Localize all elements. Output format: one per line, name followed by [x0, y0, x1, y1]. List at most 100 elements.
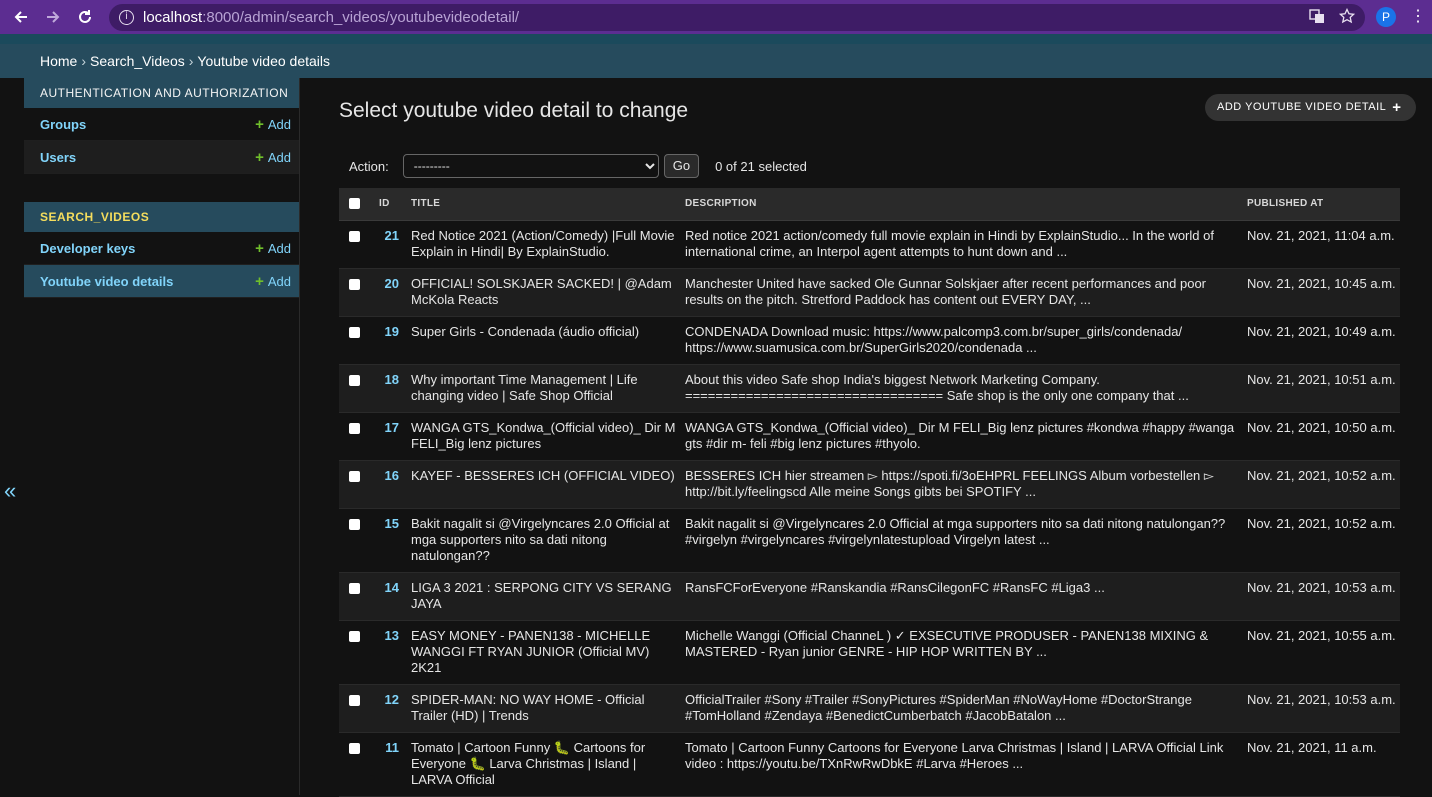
column-header-published-at[interactable]: PUBLISHED AT [1243, 188, 1400, 221]
collapse-sidebar-icon[interactable]: « [4, 478, 16, 504]
main-content: Select youtube video detail to change AD… [300, 78, 1432, 797]
table-row: 12 SPIDER-MAN: NO WAY HOME - Official Tra… [339, 684, 1400, 733]
translate-icon[interactable] [1309, 8, 1325, 29]
sidebar-item-label[interactable]: Users [40, 150, 76, 165]
address-bar[interactable]: i localhost:8000/admin/search_videos/you… [109, 4, 1365, 31]
description-cell: Red notice 2021 action/comedy full movie… [681, 220, 1243, 269]
back-arrow-icon[interactable] [10, 6, 32, 28]
row-id-link[interactable]: 18 [385, 372, 399, 387]
description-cell: WANGA GTS_Kondwa_(Official video)_ Dir M… [681, 412, 1243, 461]
sidebar-item-label[interactable]: Youtube video details [40, 274, 173, 289]
published-cell: Nov. 21, 2021, 11 a.m. [1243, 732, 1400, 797]
row-checkbox[interactable] [349, 422, 360, 434]
forward-arrow-icon[interactable] [42, 6, 64, 28]
bookmark-star-icon[interactable] [1338, 7, 1356, 29]
id-cell: 13 [375, 620, 407, 685]
row-id-link[interactable]: 15 [385, 516, 399, 531]
published-cell: Nov. 21, 2021, 10:45 a.m. [1243, 268, 1400, 317]
row-checkbox[interactable] [349, 326, 360, 338]
reload-icon[interactable] [74, 6, 96, 28]
row-id-link[interactable]: 21 [385, 228, 399, 243]
published-cell: Nov. 21, 2021, 10:52 a.m. [1243, 508, 1400, 573]
row-id-link[interactable]: 12 [385, 692, 399, 707]
row-id-link[interactable]: 14 [385, 580, 399, 595]
row-checkbox[interactable] [349, 470, 360, 482]
row-id-link[interactable]: 19 [385, 324, 399, 339]
table-row: 16 KAYEF - BESSERES ICH (OFFICIAL VIDEO) B… [339, 460, 1400, 509]
id-cell: 21 [375, 220, 407, 269]
browser-menu-icon[interactable]: ⋮ [1410, 7, 1426, 27]
row-select-cell [339, 412, 375, 461]
breadcrumb-separator: › [188, 53, 194, 69]
row-checkbox[interactable] [349, 630, 360, 642]
published-cell: Nov. 21, 2021, 10:55 a.m. [1243, 620, 1400, 685]
row-select-cell [339, 508, 375, 573]
row-id-link[interactable]: 17 [385, 420, 399, 435]
published-cell: Nov. 21, 2021, 11:04 a.m. [1243, 220, 1400, 269]
table-row: 17 WANGA GTS_Kondwa_(Official video)_ Dir… [339, 412, 1400, 461]
row-checkbox[interactable] [349, 582, 360, 594]
go-button[interactable]: Go [663, 154, 700, 178]
action-select[interactable]: --------- [402, 154, 659, 178]
title-cell: Super Girls - Condenada (áudio official) [407, 316, 681, 365]
description-cell: Tomato | Cartoon Funny Cartoons for Ever… [681, 732, 1243, 797]
table-row: 20 OFFICIAL! SOLSKJAER SACKED! | @Adam Mc… [339, 268, 1400, 317]
row-id-link[interactable]: 11 [385, 740, 399, 755]
sidebar-add-link[interactable]: + Add [255, 273, 291, 290]
plus-icon: + [1392, 99, 1402, 116]
table-row: 15 Bakit nagalit si @Virgelyncares 2.0 Of… [339, 508, 1400, 573]
id-cell: 11 [375, 732, 407, 797]
row-checkbox[interactable] [349, 694, 360, 706]
sidebar-item-developer-keys[interactable]: Developer keys + Add [24, 232, 299, 265]
row-id-link[interactable]: 13 [385, 628, 399, 643]
id-cell: 15 [375, 508, 407, 573]
sidebar-item-label[interactable]: Developer keys [40, 241, 135, 256]
breadcrumb-separator: › [81, 53, 87, 69]
select-all-checkbox[interactable] [349, 198, 360, 210]
row-id-link[interactable]: 16 [385, 468, 399, 483]
url-text[interactable]: localhost:8000/admin/search_videos/youtu… [143, 9, 519, 26]
description-cell: Bakit nagalit si @Virgelyncares 2.0 Offi… [681, 508, 1243, 573]
row-checkbox[interactable] [349, 278, 360, 290]
column-header-description[interactable]: DESCRIPTION [681, 188, 1243, 221]
row-checkbox[interactable] [349, 230, 360, 242]
published-cell: Nov. 21, 2021, 10:49 a.m. [1243, 316, 1400, 365]
sidebar-item-users[interactable]: Users + Add [24, 141, 299, 174]
sidebar-add-link[interactable]: + Add [255, 116, 291, 133]
row-checkbox[interactable] [349, 742, 360, 754]
sidebar-app-header[interactable]: AUTHENTICATION AND AUTHORIZATION [24, 78, 299, 108]
sidebar-app-header[interactable]: SEARCH_VIDEOS [24, 202, 299, 232]
row-checkbox[interactable] [349, 518, 360, 530]
breadcrumb-home[interactable]: Home [40, 53, 77, 69]
sidebar-item-youtube-video-details[interactable]: Youtube video details + Add [24, 265, 299, 298]
sidebar-add-link[interactable]: + Add [255, 149, 291, 166]
table-row: 14 LIGA 3 2021 : SERPONG CITY VS SERANG J… [339, 572, 1400, 621]
column-header-id[interactable]: ID [375, 188, 407, 221]
table-row: 21 Red Notice 2021 (Action/Comedy) |Full … [339, 220, 1400, 269]
profile-avatar[interactable]: P [1376, 7, 1396, 27]
table-row: 13 EASY MONEY - PANEN138 - MICHELLE WANGG… [339, 620, 1400, 685]
table-row: 11 Tomato | Cartoon Funny 🐛 Cartoons for … [339, 732, 1400, 797]
breadcrumb-app[interactable]: Search_Videos [90, 53, 185, 69]
id-cell: 16 [375, 460, 407, 509]
header-band [0, 34, 1432, 44]
sidebar-item-groups[interactable]: Groups + Add [24, 108, 299, 141]
add-youtube-video-detail-button[interactable]: ADD YOUTUBE VIDEO DETAIL + [1205, 94, 1416, 121]
description-cell: OfficialTrailer #Sony #Trailer #SonyPict… [681, 684, 1243, 733]
id-cell: 19 [375, 316, 407, 365]
site-info-icon[interactable]: i [119, 10, 134, 25]
results-table: ID TITLE DESCRIPTION PUBLISHED AT 21 Red … [339, 188, 1400, 797]
row-id-link[interactable]: 20 [385, 276, 399, 291]
title-cell: EASY MONEY - PANEN138 - MICHELLE WANGGI … [407, 620, 681, 685]
selection-count: 0 of 21 selected [715, 158, 807, 174]
column-header-title[interactable]: TITLE [407, 188, 681, 221]
description-cell: Michelle Wanggi (Official ChanneL ) ✓ EX… [681, 620, 1243, 685]
description-cell: CONDENADA Download music: https://www.pa… [681, 316, 1243, 365]
published-cell: Nov. 21, 2021, 10:51 a.m. [1243, 364, 1400, 413]
description-cell: RansFCForEveryone #Ranskandia #RansCileg… [681, 572, 1243, 621]
sidebar-add-link[interactable]: + Add [255, 240, 291, 257]
row-checkbox[interactable] [349, 374, 360, 386]
page-title: Select youtube video detail to change [339, 99, 689, 122]
sidebar-item-label[interactable]: Groups [40, 117, 86, 132]
plus-icon: + [255, 272, 264, 290]
